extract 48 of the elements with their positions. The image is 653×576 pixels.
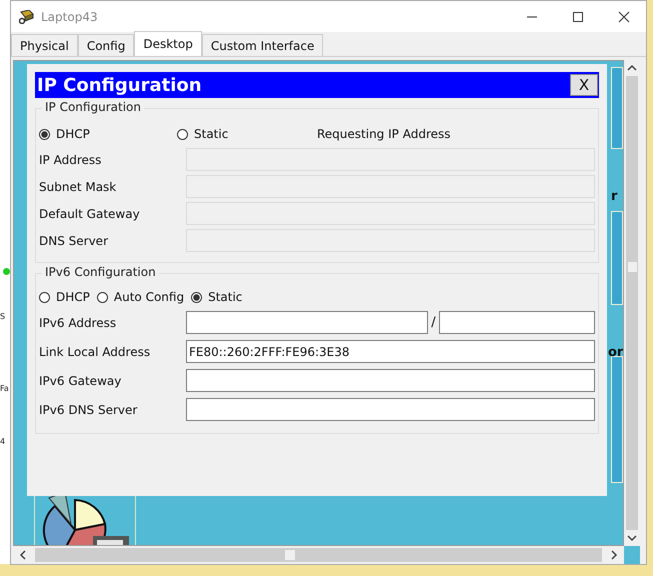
prefix-field[interactable] [439,311,595,334]
device-label: Fa [0,384,9,394]
field-label: Subnet Mask [39,180,118,194]
tab[interactable]: Physical [11,34,78,56]
tab[interactable]: Config [78,34,134,56]
field-label: IP Address [39,152,102,166]
window-title: Laptop43 [41,10,98,24]
input-field[interactable] [186,369,595,392]
radio-label: Auto Config [114,290,184,304]
app-tile[interactable] [611,211,623,305]
field-label: IPv6 DNS Server [39,402,138,416]
radio-label: DHCP [56,290,90,304]
group-title: IP Configuration [42,100,144,114]
scroll-thumb[interactable] [628,262,637,272]
radio-button[interactable] [39,292,50,302]
input-field[interactable] [186,311,428,334]
field-label: DNS Server [39,234,109,248]
prefix-separator: / [430,315,437,330]
radio-label: Static [194,127,228,141]
laptop-icon [19,10,35,24]
radio-label: DHCP [56,127,90,141]
dialog-title: IP Configuration [37,74,202,96]
field-label: Link Local Address [39,344,152,358]
input-field[interactable]: FE80::260:2FFF:FE96:3E38 [186,340,595,363]
field-label: IPv6 Address [39,316,118,330]
tab[interactable]: Desktop [134,31,202,56]
radio-label: Static [208,290,242,304]
field-label: IPv6 Gateway [39,374,122,388]
maximize-icon[interactable] [572,10,584,22]
device-label: 4 [0,437,6,447]
group-title: IPv6 Configuration [42,265,159,279]
radio-button[interactable] [39,128,50,140]
input-field[interactable] [186,398,595,421]
device-label: S [0,312,6,322]
close-button[interactable]: X [570,74,598,96]
scroll-thumb[interactable] [285,550,295,560]
field-label: Default Gateway [39,206,141,220]
app-label: r [611,189,618,204]
tab[interactable]: Custom Interface [202,34,324,56]
radio-button[interactable] [191,292,202,302]
scroll-corner [624,546,640,564]
app-tile[interactable] [611,356,623,483]
radio-button[interactable] [177,128,188,140]
status-dot [3,268,10,275]
app-tile[interactable] [611,67,623,149]
close-icon[interactable] [618,10,630,22]
status-text: Requesting IP Address [317,127,450,141]
radio-button[interactable] [96,292,108,302]
